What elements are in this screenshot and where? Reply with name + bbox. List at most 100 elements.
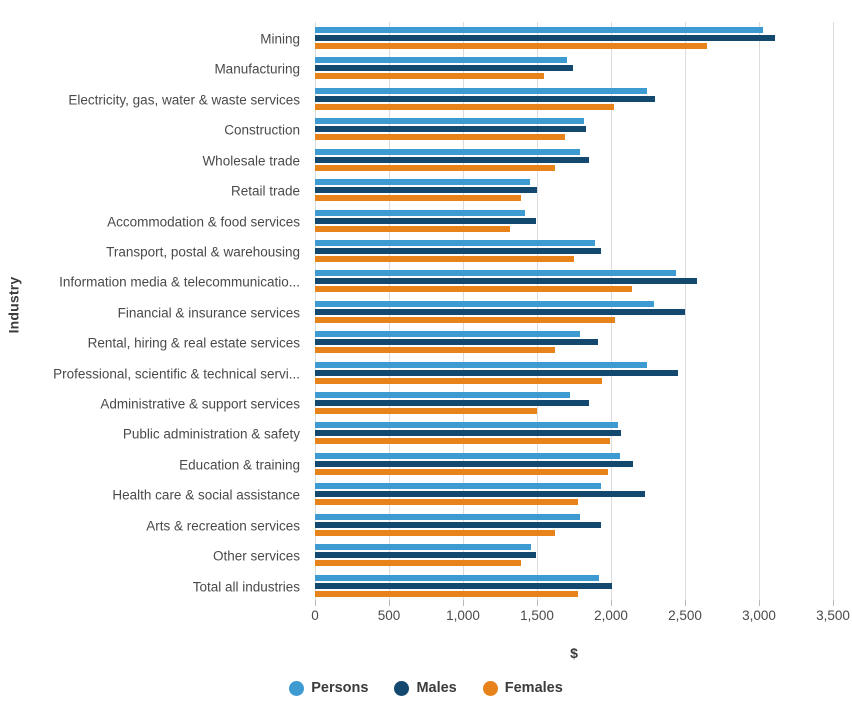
bar-males[interactable] — [315, 35, 776, 41]
bar-males[interactable] — [315, 217, 536, 224]
y-axis-category-label: Arts & recreation services — [146, 517, 300, 533]
legend-item-females[interactable]: Females — [482, 680, 563, 696]
bar-females[interactable] — [315, 468, 609, 475]
bar-females[interactable] — [315, 408, 537, 415]
bar-males[interactable] — [315, 65, 573, 72]
bar-females[interactable] — [315, 195, 521, 202]
bar-males[interactable] — [315, 95, 656, 102]
bar-males[interactable] — [315, 126, 586, 133]
bar-females[interactable] — [315, 164, 555, 171]
bar-persons[interactable] — [315, 422, 619, 429]
x-axis-tick-label: 3,500 — [816, 608, 850, 623]
legend-item-persons[interactable]: Persons — [289, 680, 368, 696]
bar-persons[interactable] — [315, 87, 648, 94]
bar-persons[interactable] — [315, 392, 570, 399]
x-axis-tick-labels: 0 500 1,000 1,500 2,000 2,500 3,000 3,500 — [0, 608, 852, 630]
y-axis-category-label: Rental, hiring & real estate services — [87, 335, 300, 351]
bar-females[interactable] — [315, 590, 579, 597]
bar-persons[interactable] — [315, 239, 595, 246]
bar-males[interactable] — [315, 339, 598, 346]
y-axis-title: Industry — [0, 0, 26, 610]
x-axis-tick-label: 500 — [377, 608, 401, 623]
bar-males[interactable] — [315, 278, 697, 285]
x-axis-title: $ — [570, 645, 578, 661]
x-axis-tick — [537, 600, 538, 606]
legend-label: Persons — [311, 680, 369, 696]
bar-persons[interactable] — [315, 574, 600, 581]
y-axis-category-label: Retail trade — [230, 183, 300, 199]
bar-males[interactable] — [315, 369, 678, 376]
bar-males[interactable] — [315, 308, 685, 315]
bar-females[interactable] — [315, 560, 521, 567]
bar-persons[interactable] — [315, 331, 580, 338]
bar-females[interactable] — [315, 43, 708, 49]
bar-persons[interactable] — [315, 270, 677, 277]
gridline — [759, 22, 760, 600]
y-axis-category-labels: Mining Manufacturing Electricity, gas, wat… — [26, 22, 308, 600]
bar-males[interactable] — [315, 187, 537, 194]
y-axis-category-label: Public administration & safety — [122, 426, 300, 442]
x-axis-tick-label: 2,000 — [594, 608, 628, 623]
y-axis-category-label: Wholesale trade — [202, 152, 300, 168]
y-axis-category-label: Professional, scientific & technical ser… — [53, 365, 300, 381]
bar-females[interactable] — [315, 438, 610, 445]
legend-label: Males — [416, 680, 457, 696]
bar-males[interactable] — [315, 521, 601, 528]
bar-persons[interactable] — [315, 513, 580, 520]
bar-females[interactable] — [315, 255, 574, 262]
bar-males[interactable] — [315, 552, 536, 559]
x-axis-tick — [611, 600, 612, 606]
legend-swatch-circle-icon — [394, 680, 410, 696]
bar-females[interactable] — [315, 316, 616, 323]
bar-persons[interactable] — [315, 209, 526, 216]
bar-persons[interactable] — [315, 300, 654, 307]
x-axis-tick — [463, 600, 464, 606]
x-axis-tick-label: 0 — [311, 608, 319, 623]
bar-females[interactable] — [315, 103, 614, 110]
bar-persons[interactable] — [315, 179, 530, 186]
bar-males[interactable] — [315, 400, 589, 407]
y-axis-category-label: Other services — [212, 548, 300, 564]
y-axis-category-label: Total all industries — [192, 578, 300, 594]
y-axis-category-label: Manufacturing — [214, 61, 300, 77]
bar-females[interactable] — [315, 347, 555, 354]
bar-persons[interactable] — [315, 452, 620, 459]
y-axis-category-label: Transport, postal & warehousing — [106, 244, 300, 260]
bar-males[interactable] — [315, 156, 589, 163]
bar-persons[interactable] — [315, 118, 585, 125]
x-axis-tick — [833, 600, 834, 606]
x-axis-tick — [685, 600, 686, 606]
horizontal-bar-chart: Industry Mining Manufacturing Electricity,… — [0, 0, 852, 723]
bar-females[interactable] — [315, 499, 579, 506]
y-axis-category-label: Mining — [260, 31, 300, 47]
y-axis-category-label: Financial & insurance services — [117, 305, 300, 321]
y-axis-category-label: Electricity, gas, water & waste services — [68, 92, 300, 108]
bar-females[interactable] — [315, 529, 555, 536]
y-axis-category-label: Construction — [224, 122, 300, 138]
bar-males[interactable] — [315, 460, 634, 467]
legend-swatch-circle-icon — [482, 680, 498, 696]
bar-males[interactable] — [315, 247, 601, 254]
bar-persons[interactable] — [315, 27, 764, 33]
bar-persons[interactable] — [315, 57, 567, 64]
gridline — [833, 22, 834, 600]
bar-females[interactable] — [315, 377, 603, 384]
legend-label: Females — [504, 680, 563, 696]
bar-females[interactable] — [315, 286, 632, 293]
x-axis-tick-label: 1,000 — [446, 608, 480, 623]
bar-persons[interactable] — [315, 148, 580, 155]
bar-males[interactable] — [315, 430, 622, 437]
bar-males[interactable] — [315, 582, 613, 589]
bar-females[interactable] — [315, 225, 511, 232]
bar-persons[interactable] — [315, 544, 532, 551]
bar-persons[interactable] — [315, 483, 601, 490]
bar-males[interactable] — [315, 491, 646, 498]
legend-item-males[interactable]: Males — [394, 680, 457, 696]
y-axis-category-label: Accommodation & food services — [107, 213, 300, 229]
x-axis-tick-label: 2,500 — [668, 608, 702, 623]
y-axis-category-label: Education & training — [179, 457, 300, 473]
bar-females[interactable] — [315, 134, 566, 141]
plot-area — [315, 22, 834, 606]
bar-females[interactable] — [315, 73, 545, 80]
bar-persons[interactable] — [315, 361, 647, 368]
